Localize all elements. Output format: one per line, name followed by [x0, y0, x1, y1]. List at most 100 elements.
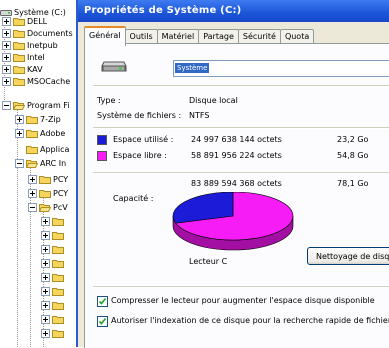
free-space-label: Espace libre : [113, 151, 167, 160]
tree-item[interactable] [41, 285, 66, 297]
filesystem-label: Système de fichiers : [97, 111, 182, 120]
tab-general[interactable]: Général [84, 26, 126, 46]
tree-item[interactable]: PcV [28, 201, 68, 213]
disk-cleanup-button[interactable]: Nettoyage de disque [307, 247, 389, 265]
general-panel: Système Type : Disque local Système de f… [84, 43, 389, 348]
folder-icon [26, 145, 38, 154]
folder-icon [13, 77, 25, 86]
tree-item[interactable]: Inetpub [2, 39, 58, 51]
tab-sharing[interactable]: Partage [198, 29, 239, 44]
expand-icon[interactable] [41, 328, 50, 338]
folder-icon [26, 129, 38, 138]
expand-icon[interactable] [41, 300, 50, 310]
expand-icon[interactable] [15, 128, 24, 138]
tree-item[interactable]: PCY [28, 187, 68, 199]
tree-item[interactable]: KAV [2, 63, 43, 75]
indexing-label: Autoriser l'indexation de ce disque pour… [111, 316, 389, 325]
indexing-checkbox[interactable] [97, 316, 108, 327]
used-space-size: 23,2 Go [337, 135, 369, 144]
drive-name-input[interactable]: Système [173, 60, 389, 77]
separator [93, 85, 389, 87]
tree-item[interactable]: Program Fi [2, 99, 70, 111]
expand-icon[interactable] [41, 216, 50, 226]
collapse-icon[interactable] [2, 100, 11, 110]
folder-icon [13, 29, 25, 38]
expand-icon[interactable] [28, 174, 37, 184]
folder-icon [13, 65, 25, 74]
folder-icon [52, 301, 64, 310]
folder-icon [13, 53, 25, 62]
folder-icon [52, 217, 64, 226]
expand-icon[interactable] [2, 52, 11, 62]
used-space-swatch [97, 135, 107, 145]
tab-quota[interactable]: Quota [279, 29, 315, 44]
expand-icon[interactable] [2, 40, 11, 50]
tree-item-label: PCY [53, 188, 69, 198]
expand-icon[interactable] [41, 244, 50, 254]
disk-usage-pie [172, 192, 294, 251]
checkmark-icon [98, 318, 107, 325]
expand-icon[interactable] [15, 114, 24, 124]
tree-item[interactable]: ARC In [15, 157, 66, 169]
tree-item-label: Documents [27, 28, 73, 38]
tab-security[interactable]: Sécurité [237, 29, 281, 44]
compress-label: Compresser le lecteur pour augmenter l'e… [111, 296, 375, 305]
tree-item[interactable] [41, 229, 66, 241]
expand-icon[interactable] [41, 272, 50, 282]
folder-icon [52, 287, 64, 296]
type-label: Type : [97, 96, 121, 105]
expand-icon[interactable] [41, 258, 50, 268]
expand-icon[interactable] [2, 28, 11, 38]
tree-item[interactable] [41, 257, 66, 269]
tree-item[interactable]: Applica [26, 143, 69, 155]
folder-icon [52, 315, 64, 324]
expand-icon[interactable] [2, 64, 11, 74]
capacity-bytes: 83 889 594 368 octets [191, 179, 282, 188]
expand-icon[interactable] [41, 230, 50, 240]
properties-dialog: Propriétés de Système (C:) Général Outil… [76, 0, 389, 348]
checkmark-icon [98, 298, 107, 305]
folder-open-icon [26, 159, 38, 168]
folder-icon [13, 17, 25, 26]
folder-icon [52, 231, 64, 240]
separator [93, 127, 389, 129]
free-space-swatch [97, 151, 107, 161]
tree-item[interactable] [41, 327, 66, 339]
tree-item-label: Applica [40, 144, 70, 154]
tree-item-label: Intel [27, 52, 45, 62]
tree-item[interactable] [41, 271, 66, 283]
folder-icon [13, 41, 25, 50]
capacity-size: 78,1 Go [337, 179, 369, 188]
collapse-icon[interactable] [28, 202, 37, 212]
title-bar[interactable]: Propriétés de Système (C:) [78, 0, 389, 22]
expand-icon[interactable] [2, 76, 11, 86]
collapse-icon[interactable] [15, 158, 24, 168]
expand-icon[interactable] [2, 16, 11, 26]
tree-item[interactable] [41, 243, 66, 255]
tree-item[interactable]: 7-Zip [15, 113, 61, 125]
tree-item[interactable]: Adobe [15, 127, 65, 139]
tab-strip: Général Outils Matériel Partage Sécurité… [84, 26, 315, 46]
expand-icon[interactable] [41, 286, 50, 296]
tree-item[interactable] [41, 299, 66, 311]
folder-icon [52, 273, 64, 282]
tree-item[interactable]: Intel [2, 51, 45, 63]
tree-item-label: PCY [53, 174, 69, 184]
tree-item[interactable]: MSOCache [2, 75, 70, 87]
tab-hardware[interactable]: Matériel [156, 29, 200, 44]
tab-tools[interactable]: Outils [124, 29, 158, 44]
expand-icon[interactable] [41, 314, 50, 324]
separator [93, 172, 389, 174]
tree-item-label: DELL [27, 16, 48, 26]
expand-icon[interactable] [28, 188, 37, 198]
tree-item[interactable] [41, 313, 66, 325]
tree-item[interactable]: DELL [2, 15, 47, 27]
drive-name-value: Système [175, 63, 210, 73]
compress-checkbox[interactable] [97, 296, 108, 307]
free-space-size: 54,8 Go [337, 151, 369, 160]
tree-item[interactable]: Documents [2, 27, 73, 39]
folder-icon [52, 259, 64, 268]
tree-item-label: PcV [53, 202, 68, 212]
tree-item[interactable] [41, 215, 66, 227]
tree-item[interactable]: PCY [28, 173, 68, 185]
